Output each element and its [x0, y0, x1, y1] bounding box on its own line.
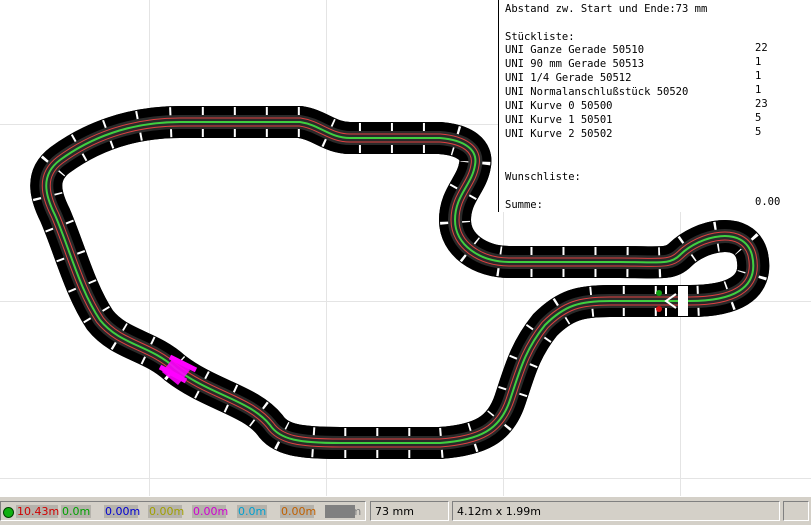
end-point-icon [656, 306, 662, 312]
part-name: UNI Kurve 2 50502 [505, 128, 613, 140]
lane-lengths-panel: 10.43m 0.0m 0.00m 0.00m 0.00m 0.0m 0.00m… [0, 501, 366, 521]
lane-length-8: 0.00m [325, 505, 362, 518]
gap-value: 73 mm [375, 505, 414, 518]
part-name: UNI Kurve 0 50500 [505, 100, 613, 112]
part-name: UNI Ganze Gerade 50510 [505, 44, 645, 56]
status-led-icon [3, 507, 14, 518]
dimensions-value: 4.12m x 1.99m [457, 505, 541, 518]
parts-list-heading: Stückliste: [505, 31, 575, 43]
sum-value: 0.00 [755, 196, 781, 208]
part-name: UNI 1/4 Gerade 50512 [505, 72, 632, 84]
lane-length-1: 10.43m [16, 505, 60, 518]
parts-list-panel: Abstand zw. Start und Ende:73 mm Stückli… [498, 0, 811, 212]
part-qty: 1 [755, 70, 762, 82]
lane-length-3: 0.00m [104, 505, 141, 518]
distance-text: Abstand zw. Start und Ende:73 mm [505, 3, 708, 15]
part-qty: 5 [755, 126, 762, 138]
status-bar: 10.43m 0.0m 0.00m 0.00m 0.00m 0.0m 0.00m… [0, 496, 811, 525]
gap-panel: 73 mm [370, 501, 449, 521]
part-name: UNI Normalanschlußstück 50520 [505, 86, 689, 98]
lane-length-7: 0.00m [280, 505, 317, 518]
part-qty: 5 [755, 112, 762, 124]
wish-list-heading: Wunschliste: [505, 171, 581, 183]
part-name: UNI Kurve 1 50501 [505, 114, 613, 126]
lane-length-5: 0.00m [192, 505, 229, 518]
part-qty: 22 [755, 42, 768, 54]
resize-panel [783, 501, 809, 521]
lane-length-2: 0.0m [61, 505, 91, 518]
sum-label: Summe: [505, 199, 543, 211]
part-name: UNI 90 mm Gerade 50513 [505, 58, 645, 70]
track-canvas[interactable]: Abstand zw. Start und Ende:73 mm Stückli… [0, 0, 811, 496]
part-qty: 1 [755, 84, 762, 96]
lane-length-6: 0.0m [237, 505, 267, 518]
part-qty: 1 [755, 56, 762, 68]
track-gap [678, 286, 688, 316]
lane-length-4: 0.00m [148, 505, 185, 518]
dimensions-panel: 4.12m x 1.99m [452, 501, 780, 521]
part-qty: 23 [755, 98, 768, 110]
start-point-icon [656, 290, 662, 296]
